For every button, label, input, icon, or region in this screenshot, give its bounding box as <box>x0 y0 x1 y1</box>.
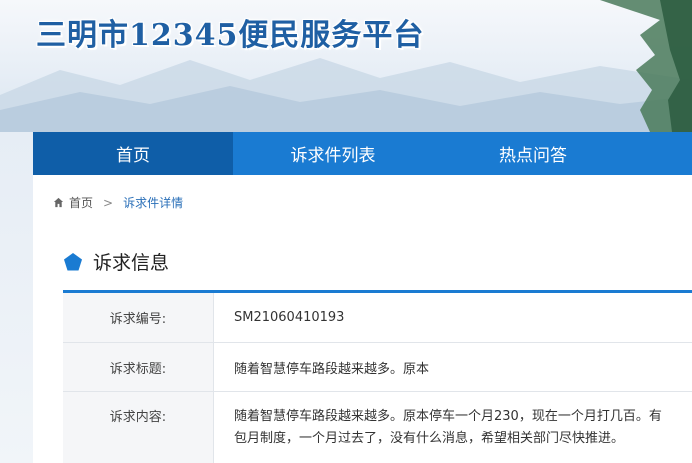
complaint-content-label: 诉求内容: <box>63 392 214 463</box>
complaint-content-line-1: 随着智慧停车路段越来越多。原本停车一个月230，现在一个月打几百。有 <box>234 409 662 424</box>
nav-item-complaint-list[interactable]: 诉求件列表 <box>233 132 433 175</box>
main-content: 首页 > 诉求件详情 诉求信息 诉求编号: SM21060410193 诉求标题… <box>33 175 692 463</box>
home-icon <box>53 197 64 208</box>
section-header: 诉求信息 <box>63 248 169 275</box>
complaint-number-value: SM21060410193 <box>234 310 345 325</box>
breadcrumb-current[interactable]: 诉求件详情 <box>123 194 183 211</box>
nav-item-hot-qa[interactable]: 热点问答 <box>433 132 633 175</box>
breadcrumb: 首页 > 诉求件详情 <box>53 194 183 211</box>
table-row: 诉求编号: SM21060410193 <box>63 293 692 343</box>
complaint-content-value: 随着智慧停车路段越来越多。原本停车一个月230，现在一个月打几百。有 包月制度，… <box>214 392 692 463</box>
nav-item-home[interactable]: 首页 <box>33 132 233 175</box>
pentagon-icon <box>64 252 82 270</box>
chevron-right-icon: > <box>103 195 114 210</box>
complaint-info-table: 诉求编号: SM21060410193 诉求标题: 随着智慧停车路段越来越多。原… <box>63 293 692 463</box>
site-title: 三明市12345便民服务平台 <box>36 18 425 53</box>
breadcrumb-home-link[interactable]: 首页 <box>69 194 93 211</box>
header-banner: 三明市12345便民服务平台 <box>0 0 692 132</box>
complaint-content-line-2: 包月制度，一个月过去了，没有什么消息，希望相关部门尽快推进。 <box>234 431 625 446</box>
table-row: 诉求内容: 随着智慧停车路段越来越多。原本停车一个月230，现在一个月打几百。有… <box>63 392 692 463</box>
complaint-title-label: 诉求标题: <box>63 343 214 391</box>
complaint-number-label: 诉求编号: <box>63 293 214 342</box>
section-title: 诉求信息 <box>93 252 170 274</box>
table-row: 诉求标题: 随着智慧停车路段越来越多。原本 <box>63 343 692 392</box>
complaint-title-value: 随着智慧停车路段越来越多。原本 <box>234 361 430 377</box>
side-background <box>0 132 33 463</box>
main-nav: 首页 诉求件列表 热点问答 <box>33 132 692 175</box>
